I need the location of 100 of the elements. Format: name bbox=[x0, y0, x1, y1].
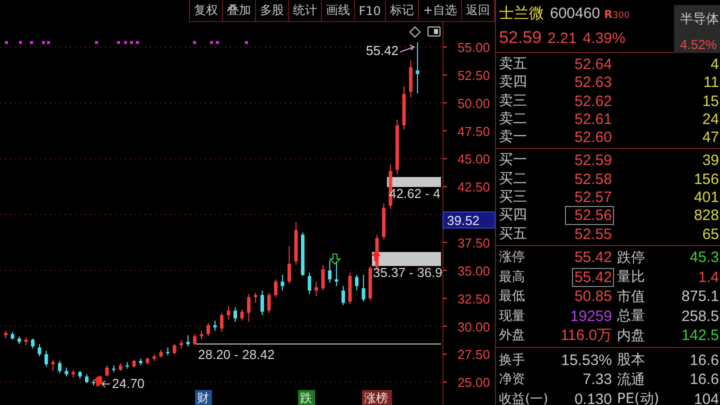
stat-value: 55.42 bbox=[573, 249, 613, 266]
stat-label: 流通 bbox=[616, 370, 646, 389]
stock-name: 士兰微 bbox=[499, 4, 544, 23]
candle bbox=[64, 367, 68, 378]
event-tag[interactable]: 跌 bbox=[298, 390, 315, 405]
up-arrow-icon bbox=[371, 251, 381, 261]
candle bbox=[226, 306, 230, 320]
order-price: 52.61 bbox=[573, 110, 613, 128]
last-price: 52.59 bbox=[499, 28, 542, 48]
order-volume: 401 bbox=[694, 189, 720, 206]
candle bbox=[355, 274, 358, 292]
order-level-label: 买一 bbox=[498, 151, 528, 170]
candle bbox=[4, 330, 8, 340]
panel-toggle-icon[interactable] bbox=[428, 26, 440, 36]
candle bbox=[126, 362, 129, 370]
up-arrow-icon bbox=[93, 376, 103, 386]
candle bbox=[382, 202, 386, 240]
stat-label: 量比 bbox=[616, 268, 646, 286]
arrow-icon bbox=[101, 380, 110, 388]
order-price: 52.62 bbox=[573, 92, 613, 110]
price-change: 2.21 bbox=[548, 30, 577, 47]
price-axis-label: 55.00 bbox=[457, 40, 490, 56]
stat-label: 最高 bbox=[498, 268, 526, 287]
candle bbox=[254, 292, 258, 304]
order-volume: 47 bbox=[702, 129, 720, 146]
order-volume: 828 bbox=[694, 207, 720, 224]
order-volume: 11 bbox=[703, 74, 720, 92]
order-price: 52.57 bbox=[573, 189, 613, 206]
stat-label: 换手 bbox=[498, 352, 526, 370]
candle bbox=[288, 245, 291, 284]
candle bbox=[267, 292, 271, 314]
index-label: R300 bbox=[604, 8, 630, 21]
candle bbox=[180, 339, 183, 350]
event-tag[interactable]: 财 bbox=[195, 390, 212, 405]
stat-value: 15.53% bbox=[560, 352, 613, 369]
candle bbox=[186, 334, 190, 347]
price-axis-label: 42.50 bbox=[457, 180, 490, 195]
candle bbox=[146, 357, 150, 365]
order-price: 52.60 bbox=[573, 129, 613, 146]
candle bbox=[44, 350, 48, 367]
sector-change: 4.52% bbox=[680, 37, 718, 52]
stat-label: 收益(一) bbox=[498, 390, 548, 405]
candle bbox=[159, 349, 163, 358]
candle bbox=[334, 260, 338, 287]
candle bbox=[409, 60, 412, 98]
order-level-label: 买五 bbox=[498, 224, 528, 244]
order-price: 52.63 bbox=[573, 74, 613, 92]
diamond-icon[interactable] bbox=[409, 26, 421, 38]
order-price: 52.55 bbox=[573, 226, 613, 243]
stat-value: 50.85 bbox=[573, 288, 613, 306]
price-axis-label: 50.00 bbox=[457, 96, 490, 111]
sector-name: 半导体 bbox=[680, 11, 720, 28]
stat-value: 142.5 bbox=[681, 327, 720, 344]
candle bbox=[10, 331, 14, 340]
order-volume: 15 bbox=[702, 92, 720, 110]
toolbar-button[interactable]: 返回 bbox=[461, 0, 495, 22]
order-volume: 39 bbox=[702, 152, 720, 170]
stat-label: 涨停 bbox=[498, 249, 526, 268]
candle bbox=[368, 265, 372, 302]
price-axis-label: 35.00 bbox=[457, 263, 490, 278]
candle bbox=[105, 364, 109, 378]
stat-value: 19259 bbox=[569, 308, 613, 325]
stat-label: 跌停 bbox=[616, 248, 646, 267]
change-percent: 4.39% bbox=[582, 30, 626, 47]
arrow-icon bbox=[400, 44, 415, 52]
stat-value: 258.5 bbox=[681, 308, 720, 325]
candle bbox=[58, 360, 62, 374]
stat-value: 116.0万 bbox=[560, 326, 613, 346]
price-range-label: 35.37 - 36.9 bbox=[373, 265, 442, 280]
toolbar-button[interactable]: 复权 bbox=[188, 0, 223, 22]
candle bbox=[152, 354, 156, 362]
stat-value: 0.130 bbox=[573, 390, 613, 405]
order-level-label: 买二 bbox=[498, 170, 528, 189]
candle bbox=[416, 42, 420, 94]
candle bbox=[132, 359, 136, 368]
stat-label: 现量 bbox=[498, 308, 526, 326]
stat-value: 1.4 bbox=[698, 268, 720, 286]
order-volume: 65 bbox=[702, 226, 720, 243]
stock-code: 600460 bbox=[550, 5, 600, 22]
stat-label: 股本 bbox=[616, 351, 646, 370]
candle bbox=[166, 346, 170, 356]
price-axis-label: 45.00 bbox=[457, 152, 490, 167]
candle bbox=[234, 306, 237, 322]
candle bbox=[206, 322, 210, 337]
candle bbox=[118, 362, 122, 372]
stat-value: 875.1 bbox=[681, 288, 720, 306]
stat-label: 净资 bbox=[498, 371, 526, 390]
stat-value: 7.33 bbox=[582, 371, 613, 388]
order-volume: 156 bbox=[694, 170, 720, 188]
price-range-label: 28.20 - 28.42 bbox=[198, 347, 275, 362]
candle bbox=[314, 281, 318, 297]
price-axis-label: 52.50 bbox=[457, 68, 490, 83]
order-price: 52.59 bbox=[573, 152, 613, 170]
candle bbox=[362, 274, 366, 302]
price-zone bbox=[387, 177, 441, 187]
sector-card[interactable]: 半导体 4.52% bbox=[674, 5, 720, 53]
event-tag[interactable]: 涨榜 bbox=[362, 390, 392, 405]
order-price: 52.64 bbox=[573, 56, 613, 73]
order-level-label: 卖二 bbox=[498, 110, 528, 129]
stat-label: 内盘 bbox=[616, 326, 646, 345]
